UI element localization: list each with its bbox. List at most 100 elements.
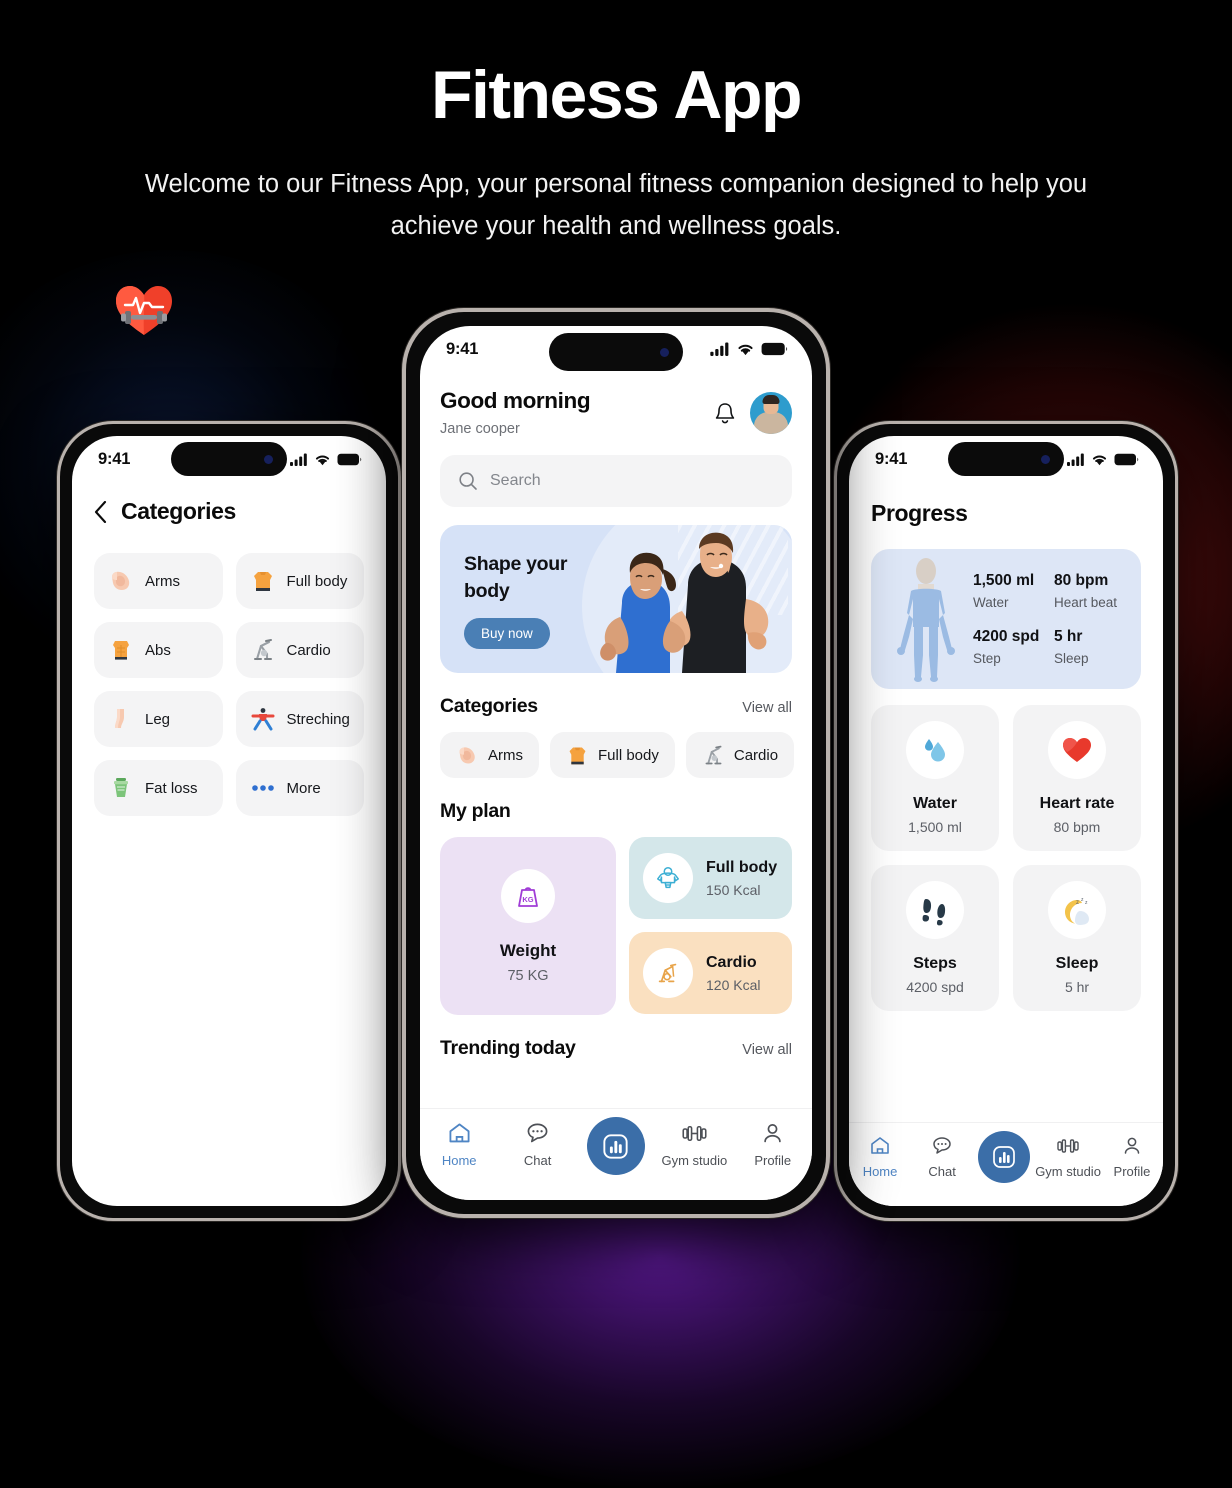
sleeping-moon-emoji: z z z (1065, 897, 1089, 925)
notification-bell-icon[interactable] (714, 401, 736, 425)
plan-title: Full body (706, 858, 778, 876)
chip-arms[interactable]: Arms (440, 732, 539, 778)
plan-icon-wrap (643, 853, 693, 903)
nav-item-gym-studio[interactable]: Gym studio (660, 1121, 728, 1168)
exercise-bike-icon (658, 963, 677, 983)
bottom-navigation: Home Chat Gym studio Profile (849, 1122, 1163, 1206)
stat-value: 5 hr (1054, 628, 1083, 645)
volume-down-button[interactable] (834, 678, 835, 724)
stat-label: Sleep (1054, 651, 1089, 666)
section-title: My plan (440, 800, 511, 822)
category-card-leg[interactable]: Leg (94, 691, 223, 747)
mute-switch[interactable] (834, 572, 835, 598)
nav-label: Chat (523, 1153, 552, 1168)
metric-title: Steps (913, 955, 957, 972)
search-input[interactable]: Search (440, 455, 792, 507)
red-heart-emoji (1063, 738, 1091, 762)
category-card-cardio[interactable]: Cardio (235, 622, 364, 678)
plan-small-column: Full body 150 Kcal Cardio 120 Kcal (629, 837, 792, 1015)
categories-topbar: Categories (94, 498, 364, 525)
power-button[interactable] (400, 646, 401, 714)
nav-item-home[interactable]: Home (425, 1121, 493, 1168)
nav-item-home[interactable]: Home (849, 1135, 911, 1179)
chip-cardio[interactable]: Cardio (685, 732, 795, 778)
full-body-muscle-icon (656, 867, 680, 889)
stats-fab-button[interactable] (586, 1117, 645, 1175)
greeting-block: Good morning Jane cooper (440, 388, 591, 437)
plan-card-weight[interactable]: KG Weight 75 KG (440, 837, 616, 1015)
mute-switch[interactable] (57, 572, 58, 598)
power-button[interactable] (828, 564, 830, 644)
category-label: Leg (145, 710, 171, 728)
category-label: Cardio (286, 641, 331, 659)
category-card-arms[interactable]: Arms (94, 553, 223, 609)
metric-card-sleep[interactable]: z z z Sleep 5 hr (1013, 865, 1141, 1011)
metric-icon-wrap (1048, 721, 1106, 779)
category-card-fat-loss[interactable]: Fat loss (94, 760, 223, 816)
metric-card-steps[interactable]: Steps 4200 spd (871, 865, 999, 1011)
volume-down-button[interactable] (57, 678, 58, 724)
nav-item-stats-fab[interactable] (582, 1117, 650, 1175)
nav-item-profile[interactable]: Profile (739, 1121, 807, 1168)
battery-icon (761, 342, 788, 356)
nav-item-gym-studio[interactable]: Gym studio (1035, 1135, 1101, 1179)
category-chip-row: Arms Full body Cardio (440, 732, 795, 778)
body-summary-card[interactable]: 1,500 ml Water 80 bpm Heart beat 4200 sp… (871, 549, 1141, 689)
section-title: Trending today (440, 1037, 576, 1059)
stat-label: Water (973, 595, 1009, 610)
volume-up-button[interactable] (402, 534, 404, 588)
view-all-link-categories[interactable]: View all (742, 700, 792, 716)
user-name: Jane cooper (440, 421, 520, 437)
nav-item-chat[interactable]: Chat (504, 1121, 572, 1168)
plan-card-cardio[interactable]: Cardio 120 Kcal (629, 932, 792, 1014)
nav-item-stats-fab[interactable] (973, 1131, 1035, 1183)
categories-section-header: Categories View all (440, 695, 792, 718)
home-header: Good morning Jane cooper (440, 388, 792, 437)
nav-item-chat[interactable]: Chat (911, 1135, 973, 1179)
category-card-streching[interactable]: Streching (235, 691, 364, 747)
power-button[interactable] (1177, 646, 1178, 714)
metric-card-heart-rate[interactable]: Heart rate 80 bpm (1013, 705, 1141, 851)
banner-text-block: Shape your body Buy now (464, 551, 594, 649)
volume-up-button[interactable] (834, 620, 835, 666)
three-dots-icon (251, 785, 274, 791)
volume-down-button[interactable] (402, 602, 404, 656)
chevron-left-icon[interactable] (94, 500, 107, 523)
stats-fab-button[interactable] (978, 1131, 1031, 1183)
dynamic-island (549, 333, 683, 371)
status-bar: 9:41 (849, 436, 1163, 482)
plan-value: 150 Kcal (706, 881, 761, 898)
promo-banner[interactable]: Shape your body Buy now (440, 525, 792, 673)
my-plan-grid: KG Weight 75 KG Full body 150 Kcal Cardi… (440, 837, 792, 1015)
volume-up-button[interactable] (57, 620, 58, 666)
chip-label: Arms (488, 746, 523, 764)
svg-text:z: z (1085, 900, 1088, 906)
plan-card-full-body[interactable]: Full body 150 Kcal (629, 837, 792, 919)
metric-icon-wrap (906, 881, 964, 939)
avatar[interactable] (750, 392, 792, 434)
exercise-bike-emoji (705, 745, 722, 764)
abs-torso-emoji (113, 641, 129, 660)
view-all-link-trending[interactable]: View all (742, 1042, 792, 1058)
category-card-abs[interactable]: Abs (94, 622, 223, 678)
category-card-full-body[interactable]: Full body (235, 553, 364, 609)
category-label: Fat loss (145, 779, 198, 797)
metric-icon-wrap (906, 721, 964, 779)
buy-now-button[interactable]: Buy now (464, 618, 550, 649)
chat-bubble-icon (527, 1123, 548, 1143)
nav-label: Profile (754, 1153, 792, 1168)
footprints-emoji (922, 899, 946, 926)
mute-switch[interactable] (402, 480, 404, 510)
chip-label: Full body (598, 746, 659, 764)
cellular-signal-icon (290, 453, 307, 466)
page-subtitle: Welcome to our Fitness App, your persona… (144, 169, 1088, 240)
metric-card-water[interactable]: Water 1,500 ml (871, 705, 999, 851)
metric-value: 5 hr (1064, 979, 1090, 995)
phone-center-home: 9:41 Good morning Jane cooper Search Sha… (402, 308, 830, 1218)
nav-item-profile[interactable]: Profile (1101, 1135, 1163, 1179)
chip-full-body[interactable]: Full body (550, 732, 675, 778)
home-icon (449, 1123, 470, 1143)
person-icon (764, 1124, 781, 1143)
nav-label: Chat (928, 1164, 956, 1179)
category-card-more[interactable]: More (235, 760, 364, 816)
